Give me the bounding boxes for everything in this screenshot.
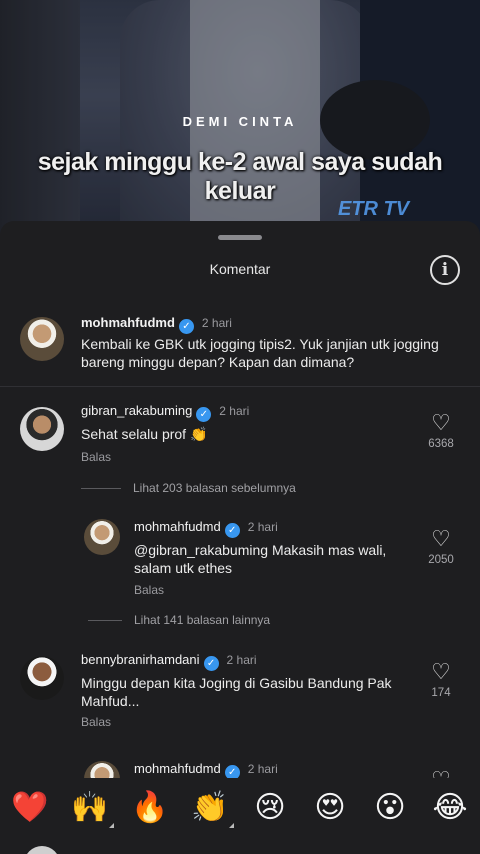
raised-hands-emoji-button[interactable]: 🙌 xyxy=(70,788,114,828)
like-count: 6368 xyxy=(428,438,454,450)
fire-emoji-button[interactable]: 🔥 xyxy=(130,788,170,828)
surprised-emoji-button[interactable]: 😮 xyxy=(370,788,410,828)
verified-icon: ✓ xyxy=(178,319,194,334)
comment-username[interactable]: mohmahfudmd xyxy=(134,761,221,776)
skin-tone-indicator xyxy=(109,823,114,828)
view-replies-label: Lihat 141 balasan lainnya xyxy=(134,613,271,627)
comment-text: Minggu depan kita Joging di Gasibu Bandu… xyxy=(81,675,392,709)
like-count: 2050 xyxy=(428,554,454,566)
comment-text: Sehat selalu prof 👏 xyxy=(81,426,208,442)
like-button[interactable]: ♡ 2050 xyxy=(421,526,461,567)
like-button[interactable]: ♡ 6368 xyxy=(421,410,461,451)
video-overlay-title: DEMI CINTA xyxy=(182,114,298,129)
avatar[interactable] xyxy=(84,519,120,555)
verified-icon: ✓ xyxy=(224,523,240,538)
comment-time: 2 hari xyxy=(247,520,278,534)
laughing-emoji-button[interactable]: 😂 xyxy=(430,788,470,828)
avatar[interactable] xyxy=(20,317,64,361)
comment-text: @gibran_rakabuming Makasih mas wali, sal… xyxy=(134,542,387,576)
verified-icon: ✓ xyxy=(196,407,212,422)
crying-emoji-button[interactable]: 😢 xyxy=(250,788,290,828)
avatar[interactable] xyxy=(20,656,64,700)
verified-icon: ✓ xyxy=(203,656,219,671)
heart-icon: ♡ xyxy=(431,410,451,435)
sheet-title: Komentar xyxy=(209,261,271,277)
view-replies-link[interactable]: Lihat 203 balasan sebelumnya xyxy=(81,481,296,495)
info-icon[interactable]: i xyxy=(430,255,460,285)
reply-button[interactable]: Balas xyxy=(81,715,111,729)
heart-eyes-emoji-button[interactable]: 😍 xyxy=(310,788,350,828)
view-replies-link[interactable]: Lihat 141 balasan lainnya xyxy=(88,613,270,627)
comment-username-row[interactable]: gibran_rakabuming ✓ 2 hari xyxy=(81,403,249,422)
emoji-reaction-bar: ❤️ 🙌 🔥 👏 😢 😍 😮 😂 xyxy=(0,778,480,838)
view-replies-label: Lihat 203 balasan sebelumnya xyxy=(133,481,296,495)
avatar[interactable] xyxy=(20,407,64,451)
clap-emoji-button[interactable]: 👏 xyxy=(190,788,234,828)
heart-icon: ♡ xyxy=(431,659,451,684)
comment-username[interactable]: bennybranirhamdani xyxy=(81,652,200,667)
video-background[interactable]: DEMI CINTA sejak minggu ke-2 awal saya s… xyxy=(0,0,480,240)
reply-button[interactable]: Balas xyxy=(81,450,111,464)
comment-time: 2 hari xyxy=(226,653,257,667)
caption-username-row[interactable]: mohmahfudmd ✓ 2 hari xyxy=(81,315,232,334)
drag-handle[interactable] xyxy=(218,235,262,240)
reply-button[interactable]: Balas xyxy=(134,583,164,597)
heart-icon: ♡ xyxy=(431,526,451,551)
comment-time: 2 hari xyxy=(247,762,278,776)
like-button[interactable]: ♡ 174 xyxy=(421,659,461,700)
comment-username[interactable]: mohmahfudmd xyxy=(134,519,221,534)
caption-time: 2 hari xyxy=(201,316,232,330)
comments-sheet: Komentar i mohmahfudmd ✓ 2 hari Kembali ke… xyxy=(0,221,480,854)
skin-tone-indicator xyxy=(229,823,234,828)
like-count: 174 xyxy=(431,687,451,699)
comment-username-row[interactable]: mohmahfudmd ✓ 2 hari xyxy=(134,519,278,538)
comment-username[interactable]: gibran_rakabuming xyxy=(81,403,192,418)
comment-time: 2 hari xyxy=(219,404,250,418)
caption-text: Kembali ke GBK utk jogging tipis2. Yuk j… xyxy=(81,336,439,370)
caption-username[interactable]: mohmahfudmd xyxy=(81,315,175,330)
heart-emoji-button[interactable]: ❤️ xyxy=(10,788,50,828)
caption-post: mohmahfudmd ✓ 2 hari Kembali ke GBK utk jo… xyxy=(0,315,480,387)
comment-username-row[interactable]: bennybranirhamdani ✓ 2 hari xyxy=(81,652,257,671)
